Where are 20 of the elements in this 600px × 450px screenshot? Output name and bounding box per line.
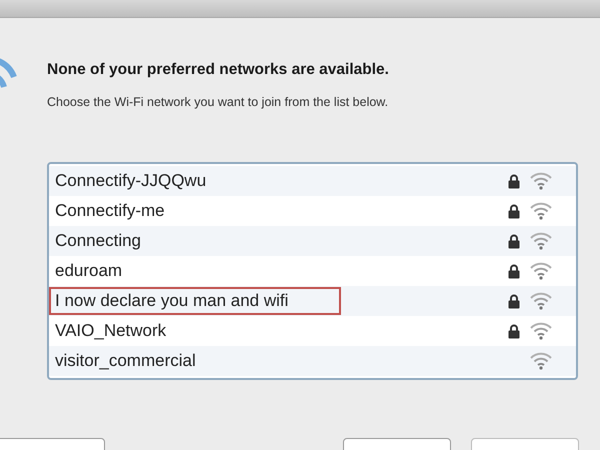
wifi-signal-icon [530,262,552,280]
network-name: Connectify-JJQQwu [54,170,208,192]
network-row[interactable]: Connectify-JJQQwu [49,166,576,196]
network-name: Connectify-me [54,200,166,222]
wifi-signal-icon [530,232,552,250]
network-name: I now declare you man and wifi [49,287,341,315]
dialog-heading: None of your preferred networks are available. [47,60,390,80]
dialog-message: Choose the Wi-Fi network you want to join from the list below. [47,94,390,112]
network-name: VAIO_Network [54,320,168,342]
wifi-signal-icon [530,172,552,190]
wifi-signal-icon [530,352,552,370]
wifi-signal-icon [530,202,552,220]
wifi-signal-icon [530,292,552,310]
network-name: Connecting [54,230,142,252]
network-row[interactable]: visitor_commercial [49,346,576,376]
network-name: visitor_commercial [54,350,197,372]
network-name: eduroam [54,260,124,282]
wifi-signal-icon [530,322,552,340]
network-row[interactable]: Connecting [49,226,576,256]
network-row[interactable]: I now declare you man and wifi [49,286,576,316]
